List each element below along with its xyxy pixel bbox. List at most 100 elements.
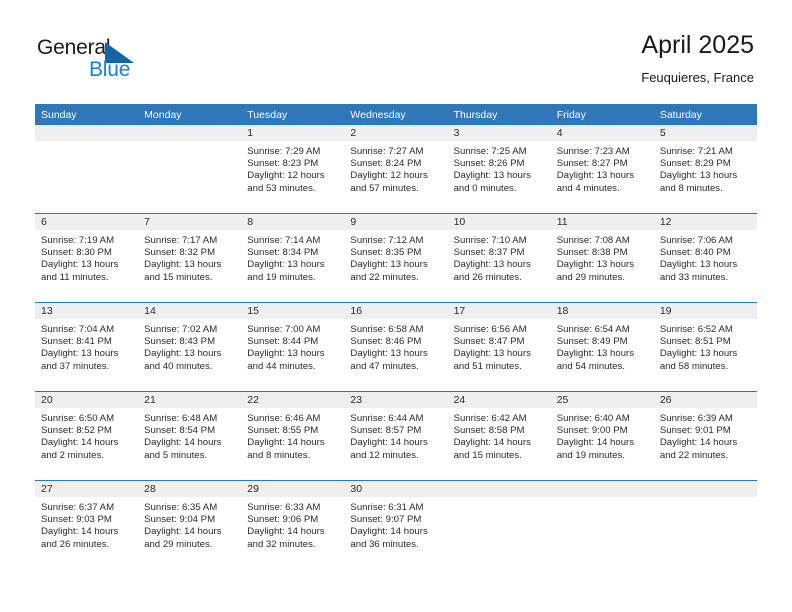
sunrise-text: Sunrise: 7:25 AM (453, 146, 527, 157)
calendar-day-cell[interactable]: 3 Sunrise: 7:25 AM Sunset: 8:26 PM Daylight… (447, 125, 551, 214)
day-cell: 10 Sunrise: 7:10 AM Sunset: 8:37 PM Dayligh… (447, 214, 551, 302)
calendar-day-cell[interactable]: 6 Sunrise: 7:19 AM Sunset: 8:30 PM Daylight… (35, 213, 139, 303)
calendar-header-row: Sunday Monday Tuesday Wednesday Thursday… (35, 104, 757, 125)
daylight-text-line1: Daylight: 14 hours (247, 437, 325, 449)
day-details: Sunrise: 7:19 AM Sunset: 8:30 PM Daylight:… (35, 230, 138, 284)
sunset-text: Sunset: 8:32 PM (144, 247, 216, 259)
day-number: 8 (241, 214, 345, 230)
day-number: 10 (447, 214, 551, 230)
calendar-day-cell[interactable]: 23 Sunrise: 6:44 AM Sunset: 8:57 PM Dayligh… (344, 391, 448, 481)
calendar-day-cell[interactable]: 4 Sunrise: 7:23 AM Sunset: 8:27 PM Daylight… (550, 125, 654, 214)
day-details: Sunrise: 7:10 AM Sunset: 8:37 PM Daylight:… (448, 230, 551, 284)
day-cell: 6 Sunrise: 7:19 AM Sunset: 8:30 PM Daylight… (35, 214, 139, 302)
day-number: 13 (35, 303, 139, 319)
calendar-day-cell[interactable]: 15 Sunrise: 7:00 AM Sunset: 8:44 PM Dayligh… (241, 302, 345, 392)
calendar-day-cell[interactable]: 19 Sunrise: 6:52 AM Sunset: 8:51 PM Dayligh… (653, 302, 757, 392)
calendar-day-cell[interactable]: 2 Sunrise: 7:27 AM Sunset: 8:24 PM Daylight… (344, 125, 448, 214)
calendar-week-row: 27 Sunrise: 6:37 AM Sunset: 9:03 PM Dayligh… (35, 480, 757, 569)
sunrise-text: Sunrise: 7:27 AM (350, 146, 424, 157)
calendar-day-cell[interactable]: 24 Sunrise: 6:42 AM Sunset: 8:58 PM Dayligh… (447, 391, 551, 481)
day-cell: 29 Sunrise: 6:33 AM Sunset: 9:06 PM Dayligh… (241, 481, 345, 569)
sunrise-text: Sunrise: 6:31 AM (350, 502, 424, 513)
sunrise-text: Sunrise: 6:52 AM (659, 324, 733, 335)
day-details: Sunrise: 6:58 AM Sunset: 8:46 PM Daylight:… (344, 319, 447, 373)
day-cell: 19 Sunrise: 6:52 AM Sunset: 8:51 PM Dayligh… (653, 303, 757, 391)
sunrise-text: Sunrise: 6:37 AM (41, 502, 115, 513)
calendar-page: General Blue April 2025 Feuquieres, Fran… (0, 0, 792, 612)
calendar-day-cell[interactable]: 9 Sunrise: 7:12 AM Sunset: 8:35 PM Daylight… (344, 213, 448, 303)
sunset-text: Sunset: 8:46 PM (350, 336, 422, 348)
day-details (551, 497, 654, 502)
day-details: Sunrise: 7:17 AM Sunset: 8:32 PM Daylight:… (138, 230, 241, 284)
day-number: 11 (550, 214, 654, 230)
day-number: 7 (138, 214, 242, 230)
day-number: 22 (241, 392, 345, 408)
general-blue-logo[interactable]: General Blue (37, 36, 217, 86)
day-number: 1 (241, 125, 345, 141)
calendar-day-cell[interactable]: 16 Sunrise: 6:58 AM Sunset: 8:46 PM Dayligh… (344, 302, 448, 392)
calendar-day-cell[interactable]: 14 Sunrise: 7:02 AM Sunset: 8:43 PM Dayligh… (138, 302, 242, 392)
sunset-text: Sunset: 8:52 PM (41, 425, 112, 437)
sunrise-text: Sunrise: 6:33 AM (247, 502, 321, 513)
sunrise-text: Sunrise: 7:10 AM (453, 235, 527, 246)
daylight-text-line2: and 0 minutes. (453, 182, 517, 194)
sunset-text: Sunset: 8:24 PM (350, 158, 422, 170)
sunset-text: Sunset: 8:37 PM (453, 247, 525, 259)
calendar-day-cell[interactable]: 30 Sunrise: 6:31 AM Sunset: 9:07 PM Dayligh… (344, 480, 448, 569)
daylight-text-line2: and 44 minutes. (247, 360, 316, 372)
calendar-day-cell[interactable]: 26 Sunrise: 6:39 AM Sunset: 9:01 PM Dayligh… (653, 391, 757, 481)
calendar-week-row: 20 Sunrise: 6:50 AM Sunset: 8:52 PM Dayligh… (35, 391, 757, 481)
page-subtitle-location: Feuquieres, France (641, 70, 754, 85)
calendar-day-cell[interactable]: 17 Sunrise: 6:56 AM Sunset: 8:47 PM Dayligh… (447, 302, 551, 392)
day-cell: 12 Sunrise: 7:06 AM Sunset: 8:40 PM Dayligh… (653, 214, 757, 302)
day-cell: 3 Sunrise: 7:25 AM Sunset: 8:26 PM Daylight… (447, 125, 551, 213)
daylight-text-line1: Daylight: 13 hours (247, 259, 325, 271)
weekday-header-monday: Monday (138, 104, 242, 125)
calendar-day-cell[interactable]: 22 Sunrise: 6:46 AM Sunset: 8:55 PM Dayligh… (241, 391, 345, 481)
day-number: 19 (653, 303, 757, 319)
calendar-day-cell[interactable]: 25 Sunrise: 6:40 AM Sunset: 9:00 PM Dayligh… (550, 391, 654, 481)
calendar-day-cell[interactable]: 29 Sunrise: 6:33 AM Sunset: 9:06 PM Dayligh… (241, 480, 345, 569)
day-details: Sunrise: 6:46 AM Sunset: 8:55 PM Daylight:… (241, 408, 344, 462)
day-cell: 2 Sunrise: 7:27 AM Sunset: 8:24 PM Daylight… (344, 125, 448, 213)
day-details: Sunrise: 6:48 AM Sunset: 8:54 PM Daylight:… (138, 408, 241, 462)
day-number: 2 (344, 125, 448, 141)
day-cell: 26 Sunrise: 6:39 AM Sunset: 9:01 PM Dayligh… (653, 392, 757, 480)
calendar-day-cell[interactable]: 28 Sunrise: 6:35 AM Sunset: 9:04 PM Dayligh… (138, 480, 242, 569)
day-details: Sunrise: 7:12 AM Sunset: 8:35 PM Daylight:… (344, 230, 447, 284)
calendar-day-cell[interactable]: 21 Sunrise: 6:48 AM Sunset: 8:54 PM Dayligh… (138, 391, 242, 481)
calendar-day-cell[interactable]: 5 Sunrise: 7:21 AM Sunset: 8:29 PM Daylight… (653, 125, 757, 214)
sunset-text: Sunset: 8:30 PM (41, 247, 112, 259)
sunrise-sunset-calendar-table: Sunday Monday Tuesday Wednesday Thursday… (35, 104, 757, 569)
calendar-day-cell[interactable]: 20 Sunrise: 6:50 AM Sunset: 8:52 PM Dayligh… (35, 391, 139, 481)
sunrise-text: Sunrise: 7:23 AM (556, 146, 630, 157)
empty-day-cell (138, 125, 242, 213)
day-details: Sunrise: 7:06 AM Sunset: 8:40 PM Daylight:… (654, 230, 757, 284)
daylight-text-line1: Daylight: 14 hours (556, 437, 635, 449)
day-details: Sunrise: 7:27 AM Sunset: 8:24 PM Daylight:… (344, 141, 447, 195)
calendar-day-cell[interactable]: 11 Sunrise: 7:08 AM Sunset: 8:38 PM Dayligh… (550, 213, 654, 303)
day-cell: 1 Sunrise: 7:29 AM Sunset: 8:23 PM Daylight… (241, 125, 345, 213)
day-cell: 16 Sunrise: 6:58 AM Sunset: 8:46 PM Dayligh… (344, 303, 448, 391)
page-header: General Blue April 2025 Feuquieres, Fran… (0, 0, 792, 104)
calendar-day-cell[interactable]: 18 Sunrise: 6:54 AM Sunset: 8:49 PM Dayligh… (550, 302, 654, 392)
calendar-day-cell[interactable]: 12 Sunrise: 7:06 AM Sunset: 8:40 PM Dayligh… (653, 213, 757, 303)
calendar-day-cell[interactable]: 8 Sunrise: 7:14 AM Sunset: 8:34 PM Daylight… (241, 213, 345, 303)
day-details: Sunrise: 6:42 AM Sunset: 8:58 PM Daylight:… (448, 408, 551, 462)
daylight-text-line2: and 8 minutes. (659, 182, 723, 194)
daylight-text-line1: Daylight: 13 hours (659, 170, 738, 182)
daylight-text-line2: and 26 minutes. (41, 538, 110, 550)
calendar-day-cell[interactable]: 27 Sunrise: 6:37 AM Sunset: 9:03 PM Dayligh… (35, 480, 139, 569)
sunrise-text: Sunrise: 6:44 AM (350, 413, 424, 424)
calendar-day-cell (550, 480, 654, 569)
day-details (654, 497, 757, 502)
daylight-text-line2: and 5 minutes. (144, 449, 208, 461)
daylight-text-line2: and 40 minutes. (144, 360, 213, 372)
calendar-day-cell[interactable]: 1 Sunrise: 7:29 AM Sunset: 8:23 PM Daylight… (241, 125, 345, 214)
calendar-day-cell[interactable]: 10 Sunrise: 7:10 AM Sunset: 8:37 PM Dayligh… (447, 213, 551, 303)
calendar-day-cell[interactable]: 7 Sunrise: 7:17 AM Sunset: 8:32 PM Daylight… (138, 213, 242, 303)
calendar-day-cell (447, 480, 551, 569)
weekday-header-thursday: Thursday (447, 104, 551, 125)
calendar-day-cell[interactable]: 13 Sunrise: 7:04 AM Sunset: 8:41 PM Dayligh… (35, 302, 139, 392)
day-details: Sunrise: 7:25 AM Sunset: 8:26 PM Daylight:… (448, 141, 551, 195)
